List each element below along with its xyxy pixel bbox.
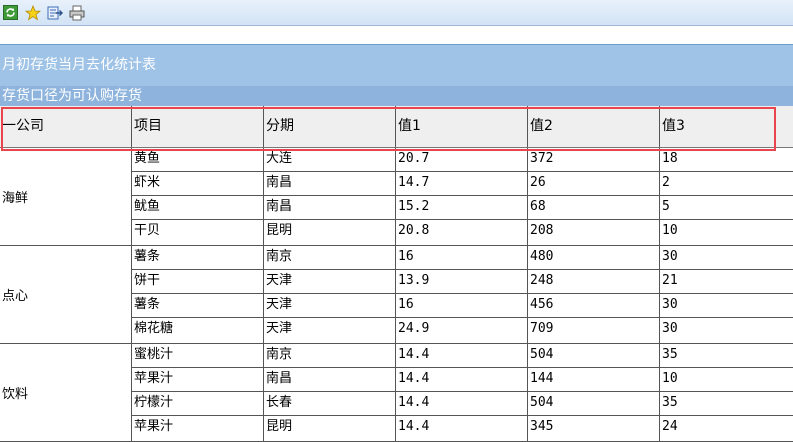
table-cell: 504 <box>527 344 659 368</box>
table-cell: 饼干 <box>131 270 263 294</box>
table-cell: 鱿鱼 <box>131 196 263 220</box>
export-icon <box>47 6 63 19</box>
table-cell: 薯条 <box>131 246 263 270</box>
table-cell: 昆明 <box>263 416 395 442</box>
table-cell: 35 <box>659 392 793 416</box>
table-cell: 14.4 <box>395 416 527 442</box>
table-cell: 30 <box>659 294 793 318</box>
table-header: 一公司 项目 分期 值1 值2 值3 <box>0 106 793 148</box>
table-cell: 南昌 <box>263 172 395 196</box>
table-cell: 68 <box>527 196 659 220</box>
toolbar-spacer <box>0 26 793 44</box>
favorite-button[interactable] <box>24 4 41 21</box>
table-cell: 苹果汁 <box>131 368 263 392</box>
table-cell: 棉花糖 <box>131 318 263 344</box>
table-cell: 南昌 <box>263 368 395 392</box>
table-cell: 南京 <box>263 344 395 368</box>
table-cell: 504 <box>527 392 659 416</box>
table-cell: 南昌 <box>263 196 395 220</box>
print-button[interactable] <box>68 4 85 21</box>
header-value2: 值2 <box>527 106 659 147</box>
header-phase: 分期 <box>263 106 395 147</box>
header-value1: 值1 <box>395 106 527 147</box>
table-cell: 2 <box>659 172 793 196</box>
table-cell: 480 <box>527 246 659 270</box>
table-cell: 30 <box>659 318 793 344</box>
table-cell: 虾米 <box>131 172 263 196</box>
report-title: 月初存货当月去化统计表 <box>0 44 793 86</box>
print-icon <box>69 5 84 20</box>
table-cell: 14.7 <box>395 172 527 196</box>
table-cell: 苹果汁 <box>131 416 263 442</box>
table-cell: 456 <box>527 294 659 318</box>
table-body: 海鲜 黄鱼 大连 20.7 372 18 虾米 南昌 14.7 26 2 鱿鱼 南昌 15.2 68 5 干贝昆… <box>0 148 793 442</box>
table-cell: 14.4 <box>395 392 527 416</box>
table-cell: 20.8 <box>395 220 527 246</box>
refresh-icon <box>3 5 18 20</box>
report-toolbar <box>0 0 793 26</box>
table-cell: 柠檬汁 <box>131 392 263 416</box>
table-cell: 天津 <box>263 270 395 294</box>
table-cell: 345 <box>527 416 659 442</box>
header-company: 一公司 <box>2 118 44 134</box>
table-cell: 144 <box>527 368 659 392</box>
header-item: 项目 <box>131 106 263 147</box>
table-cell: 24.9 <box>395 318 527 344</box>
table-cell: 14.4 <box>395 344 527 368</box>
table-cell: 10 <box>659 220 793 246</box>
table-cell: 大连 <box>263 148 395 172</box>
table-cell: 26 <box>527 172 659 196</box>
table-cell: 20.7 <box>395 148 527 172</box>
group-cell: 点心 <box>0 246 131 344</box>
table-cell: 天津 <box>263 318 395 344</box>
table-cell: 35 <box>659 344 793 368</box>
table-cell: 5 <box>659 196 793 220</box>
table-cell: 21 <box>659 270 793 294</box>
table-cell: 昆明 <box>263 220 395 246</box>
table-cell: 18 <box>659 148 793 172</box>
export-button[interactable] <box>46 4 63 21</box>
table-cell: 14.4 <box>395 368 527 392</box>
table-cell: 248 <box>527 270 659 294</box>
table-cell: 天津 <box>263 294 395 318</box>
group-cell: 饮料 <box>0 344 131 442</box>
table-cell: 208 <box>527 220 659 246</box>
table-cell: 24 <box>659 416 793 442</box>
table-cell: 16 <box>395 294 527 318</box>
table-cell: 709 <box>527 318 659 344</box>
table-cell: 16 <box>395 246 527 270</box>
refresh-button[interactable] <box>2 4 19 21</box>
table-cell: 13.9 <box>395 270 527 294</box>
table-cell: 蜜桃汁 <box>131 344 263 368</box>
group-cell: 海鲜 <box>0 148 131 246</box>
table-cell: 长春 <box>263 392 395 416</box>
table-cell: 南京 <box>263 246 395 270</box>
table-cell: 15.2 <box>395 196 527 220</box>
table-cell: 10 <box>659 368 793 392</box>
table-cell: 372 <box>527 148 659 172</box>
table-cell: 黄鱼 <box>131 148 263 172</box>
report-subtitle: 存货口径为可认购存货 <box>0 86 793 106</box>
table-cell: 30 <box>659 246 793 270</box>
table-cell: 薯条 <box>131 294 263 318</box>
star-icon <box>24 4 41 21</box>
header-value3: 值3 <box>659 106 793 147</box>
table-cell: 干贝 <box>131 220 263 246</box>
